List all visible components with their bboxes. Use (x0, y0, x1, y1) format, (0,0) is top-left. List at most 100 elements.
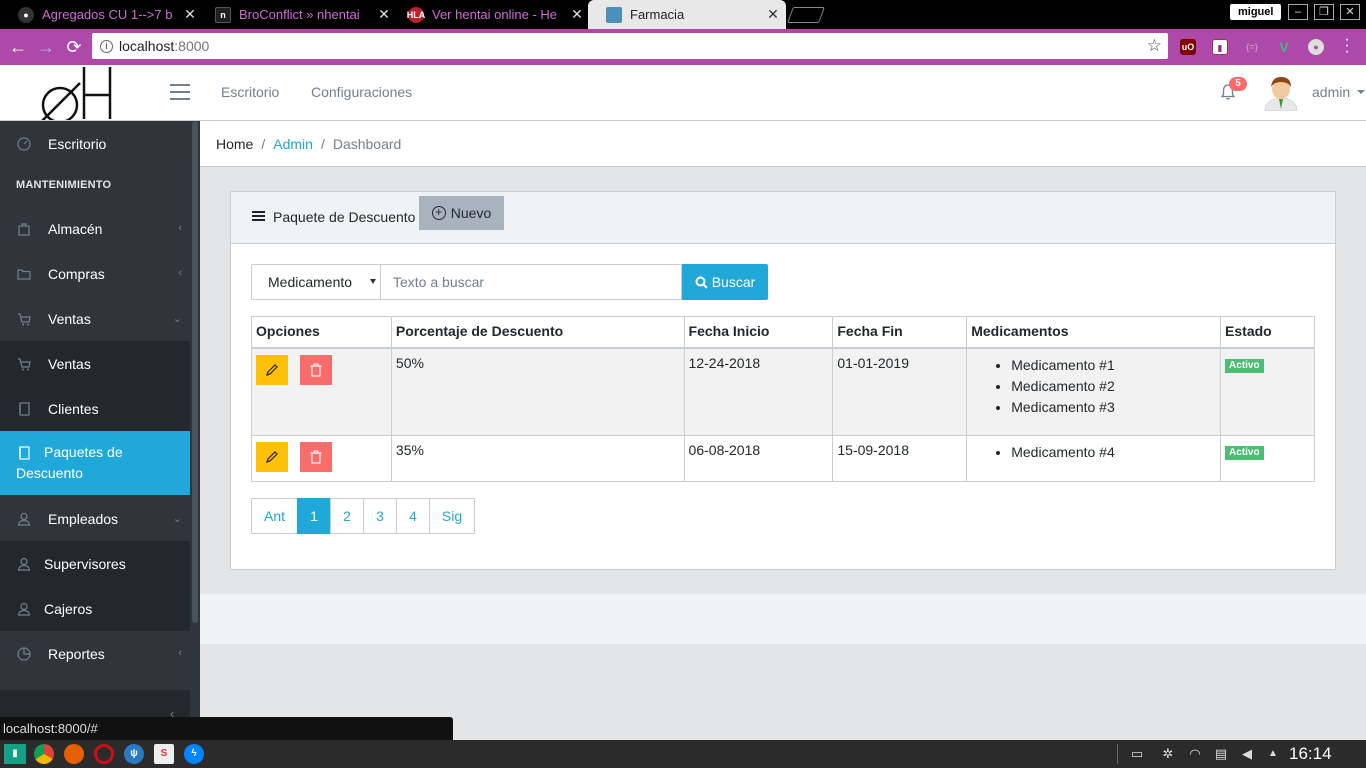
breadcrumb-current: Dashboard (332, 135, 402, 152)
tray-expand-icon[interactable]: ▲ (1264, 745, 1282, 763)
page-1[interactable]: 1 (297, 498, 331, 534)
breadcrumb-admin[interactable]: Admin (273, 136, 313, 152)
manjaro-menu-icon[interactable]: ▮ (4, 744, 26, 764)
clock[interactable]: 16:14 (1289, 744, 1332, 764)
breadcrumb-home[interactable]: Home (216, 136, 253, 152)
chevron-down-icon[interactable] (1357, 90, 1365, 94)
sidebar-item-almacen[interactable]: Almacén ‹ (0, 206, 190, 251)
trash-icon (310, 363, 322, 377)
sidebar-subitem-ventas[interactable]: Ventas (0, 341, 190, 386)
close-icon[interactable]: ✕ (766, 6, 780, 23)
discount-percent-cell: 35% (390, 435, 685, 482)
forward-icon[interactable]: → (36, 37, 56, 57)
page-prev[interactable]: Ant (251, 498, 298, 534)
app-icon[interactable]: ψ (124, 744, 144, 764)
search-criteria-select[interactable]: Medicamento (251, 264, 381, 300)
user-menu[interactable]: admin (1312, 84, 1350, 100)
close-icon[interactable]: ✕ (183, 6, 197, 23)
end-date-cell: 01-01-2019 (832, 347, 968, 436)
breadcrumb-separator: / (261, 135, 266, 152)
window-close-icon[interactable]: ✕ (1340, 4, 1360, 20)
page-4[interactable]: 4 (396, 498, 430, 534)
app-header: Escritorio Configuraciones 5 admin (0, 65, 1366, 124)
sidebar-subitem-cajeros[interactable]: Cajeros (0, 586, 190, 631)
sidebar-item-empleados[interactable]: Empleados ⌄ (0, 496, 190, 541)
reload-icon[interactable]: ⟳ (64, 37, 84, 57)
sidebar: Escritorio MANTENIMIENTO Almacén ‹ Compr… (0, 121, 200, 740)
search-button[interactable]: Buscar (682, 264, 768, 300)
delete-button[interactable] (300, 442, 332, 472)
end-date-cell: 15-09-2018 (832, 435, 968, 482)
clipboard-icon[interactable]: ▤ (1212, 745, 1230, 763)
page-2[interactable]: 2 (330, 498, 364, 534)
firefox-icon[interactable] (64, 744, 84, 764)
search-icon (695, 276, 708, 289)
volume-icon[interactable]: ◀ (1238, 745, 1256, 763)
folder-icon (16, 266, 32, 282)
chrome-icon[interactable] (34, 744, 54, 764)
nhentai-icon: n (215, 6, 231, 23)
json-icon[interactable]: {=} (1244, 39, 1260, 55)
terminal-icon[interactable]: ▭ (1128, 745, 1146, 763)
sidebar-subitem-paquetes-de-descuento[interactable]: Paquetes de Descuento (0, 431, 190, 495)
info-icon[interactable]: i (100, 39, 113, 53)
pencil-icon (266, 451, 278, 463)
table-row: 50% 12-24-2018 01-01-2019 Medicamento #1… (251, 347, 1315, 436)
avatar[interactable] (1264, 75, 1298, 111)
back-icon[interactable]: ← (8, 37, 28, 57)
sidebar-item-escritorio[interactable]: Escritorio (0, 121, 190, 166)
vue-devtools-icon[interactable]: V (1276, 39, 1292, 55)
notebook-icon (16, 401, 32, 417)
sidebar-item-reportes[interactable]: Reportes ‹ (0, 631, 190, 676)
discount-package-card: Paquete de Descuento + Nuevo Medicamento… (230, 191, 1336, 570)
close-icon[interactable]: ✕ (570, 6, 584, 23)
nav-escritorio[interactable]: Escritorio (221, 84, 279, 100)
sidebar-item-compras[interactable]: Compras ‹ (0, 251, 190, 296)
sidebar-toggle-icon[interactable] (170, 84, 190, 100)
sidebar-subitem-supervisores[interactable]: Supervisores (0, 541, 190, 586)
new-button[interactable]: + Nuevo (419, 196, 504, 230)
breadcrumb: Home / Admin / Dashboard (200, 121, 1366, 167)
github-icon: ● (18, 6, 34, 23)
bookmark-star-icon[interactable]: ☆ (1147, 36, 1162, 56)
wifi-icon[interactable]: ◠ (1186, 745, 1204, 763)
restore-icon[interactable]: ❐ (1314, 4, 1334, 20)
settings-icon[interactable]: ✲ (1159, 745, 1177, 763)
pharmacy-icon (606, 6, 622, 23)
table-row: 35% 06-08-2018 15-09-2018 Medicamento #4… (251, 435, 1315, 482)
address-bar[interactable]: i localhost:8000 ☆ (92, 33, 1168, 59)
search-input[interactable] (380, 264, 682, 300)
user-icon (16, 511, 32, 527)
extension-circle-icon[interactable]: ● (1308, 39, 1324, 55)
browser-menu-icon[interactable]: · · · (1344, 32, 1350, 60)
options-cell (251, 347, 392, 436)
new-tab-button[interactable] (787, 7, 825, 23)
sidebar-subitem-clientes[interactable]: Clientes (0, 386, 190, 431)
sidebar-item-ventas[interactable]: Ventas ⌄ (0, 296, 190, 341)
browser-tab-active[interactable]: Farmacia ✕ (588, 0, 786, 29)
column-header: Medicamentos (966, 316, 1222, 349)
chevron-left-icon: ‹ (178, 267, 182, 279)
extension-icon[interactable]: ▮ (1212, 39, 1228, 55)
minimize-icon[interactable]: – (1288, 4, 1308, 20)
browser-tab[interactable]: n BroConflict » nhentai ✕ (197, 0, 397, 29)
trash-icon (310, 450, 322, 464)
edit-button[interactable] (256, 354, 288, 385)
opera-icon[interactable] (94, 744, 114, 764)
page-3[interactable]: 3 (363, 498, 397, 534)
page-footer (200, 594, 1366, 644)
sublime-icon[interactable]: S (154, 744, 174, 764)
list-icon (252, 211, 265, 221)
sidebar-scrollbar-thumb[interactable] (192, 121, 198, 623)
delete-button[interactable] (300, 354, 332, 385)
ublock-icon[interactable]: uO (1180, 39, 1196, 55)
messenger-icon[interactable]: ϟ (184, 744, 204, 764)
profile-chip[interactable]: miguel (1230, 4, 1282, 20)
close-icon[interactable]: ✕ (377, 6, 391, 23)
browser-tab[interactable]: ● Agregados CU 1-->7 b ✕ (0, 0, 203, 29)
nav-configuraciones[interactable]: Configuraciones (311, 84, 412, 100)
edit-button[interactable] (256, 442, 288, 472)
bag-icon (16, 221, 32, 237)
browser-tab[interactable]: HLA Ver hentai online - He ✕ (390, 0, 590, 29)
page-next[interactable]: Sig (429, 498, 475, 534)
